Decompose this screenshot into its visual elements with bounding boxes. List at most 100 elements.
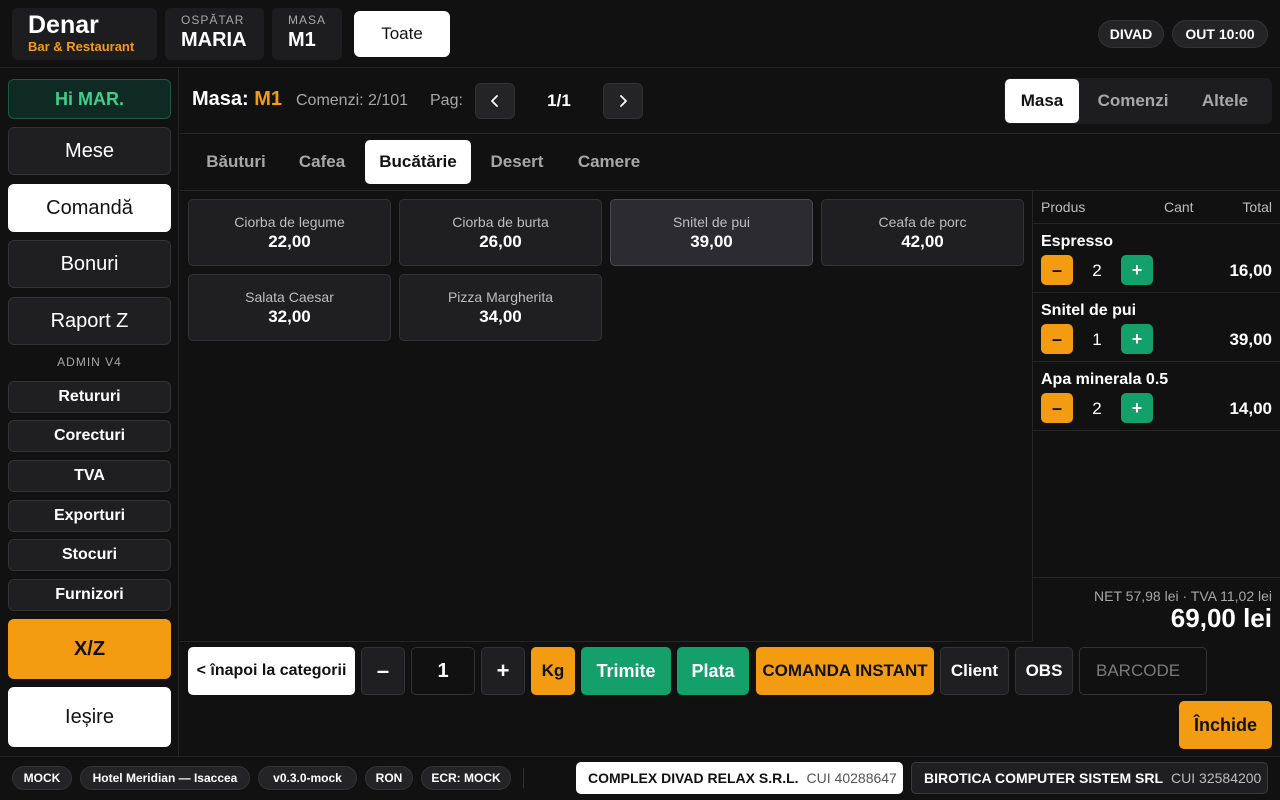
sidebar-item-stocuri[interactable]: Stocuri — [8, 539, 171, 571]
orders-count: Comenzi: 2/101 — [296, 92, 409, 109]
product-tile[interactable]: Ceafa de porc 42,00 — [821, 199, 1024, 266]
sidebar-item-raport-z[interactable]: Raport Z — [8, 297, 171, 345]
product-price: 22,00 — [268, 232, 311, 251]
order-header-qty: Cant — [1164, 199, 1194, 215]
client-button[interactable]: Client — [940, 647, 1009, 695]
page-label: Pag: — [430, 92, 463, 109]
table-value: M1 — [288, 29, 316, 51]
qty-increase-button[interactable]: + — [481, 647, 525, 695]
quantity-field[interactable]: 1 — [411, 647, 475, 695]
exit-button[interactable]: Ieșire — [8, 687, 171, 747]
close-button[interactable]: Închide — [1179, 701, 1272, 749]
product-name: Ciorba de legume — [234, 214, 345, 230]
product-tile[interactable]: Snitel de pui 39,00 — [610, 199, 813, 266]
order-item-qty: 2 — [1092, 399, 1102, 418]
company-1-cui: CUI 40288647 — [806, 770, 897, 786]
waiter-info: OSPĂTAR MARIA — [165, 8, 264, 60]
product-name: Ceafa de porc — [878, 214, 967, 230]
increase-qty-button[interactable]: + — [1121, 324, 1153, 354]
sidebar-item-tva[interactable]: TVA — [8, 460, 171, 492]
greeting-badge: Hi MAR. — [8, 79, 171, 119]
company-1-box: COMPLEX DIVAD RELAX S.R.L. CUI 40288647 — [576, 762, 903, 794]
category-tab-bucatarie[interactable]: Bucătărie — [365, 140, 471, 184]
sidebar-item-comanda[interactable]: Comandă — [8, 184, 171, 232]
status-tag-currency: RON — [365, 766, 413, 790]
net-vat-summary: NET 57,98 lei · TVA 11,02 lei — [1094, 588, 1272, 604]
product-tile[interactable]: Ciorba de burta 26,00 — [399, 199, 602, 266]
order-header-total: Total — [1242, 199, 1272, 215]
order-item-name: Snitel de pui — [1041, 302, 1137, 319]
increase-qty-button[interactable]: + — [1121, 255, 1153, 285]
decrease-qty-button[interactable]: – — [1041, 255, 1073, 285]
chevron-left-icon — [491, 95, 498, 107]
send-order-button[interactable]: Trimite — [581, 647, 671, 695]
sidebar-item-bonuri[interactable]: Bonuri — [8, 240, 171, 288]
increase-qty-button[interactable]: + — [1121, 393, 1153, 423]
category-tab-bauturi[interactable]: Băuturi — [193, 140, 279, 184]
pay-button[interactable]: Plata — [677, 647, 749, 695]
brand-subtitle: Bar & Restaurant — [28, 39, 135, 54]
tab-altele[interactable]: Altele — [1187, 79, 1263, 123]
order-item-total: 16,00 — [1229, 261, 1272, 280]
sidebar-item-mese[interactable]: Mese — [8, 127, 171, 175]
table-label: MASA — [288, 13, 327, 27]
status-tag-ecr: ECR: MOCK — [421, 766, 511, 790]
category-tab-desert[interactable]: Desert — [478, 140, 556, 184]
divider — [1033, 292, 1280, 293]
obs-button[interactable]: OBS — [1015, 647, 1073, 695]
product-name: Salata Caesar — [245, 289, 334, 305]
sidebar-item-exporturi[interactable]: Exporturi — [8, 500, 171, 532]
waiter-value: MARIA — [181, 29, 247, 51]
product-name: Pizza Margherita — [447, 289, 554, 305]
company-2-box: BIROTICA COMPUTER SISTEM SRL CUI 3258420… — [911, 762, 1268, 794]
back-to-categories-button[interactable]: < înapoi la categorii — [188, 647, 355, 695]
product-price: 39,00 — [690, 232, 733, 251]
barcode-input[interactable]: BARCODE — [1079, 647, 1207, 695]
sidebar-item-furnizori[interactable]: Furnizori — [8, 579, 171, 611]
product-price: 32,00 — [268, 307, 311, 326]
kg-button[interactable]: Kg — [531, 647, 575, 695]
next-page-button[interactable] — [603, 83, 643, 119]
instant-order-button[interactable]: COMANDA INSTANT — [756, 647, 934, 695]
tab-comenzi[interactable]: Comenzi — [1085, 79, 1181, 123]
category-tab-camere[interactable]: Camere — [564, 140, 654, 184]
tab-masa[interactable]: Masa — [1005, 79, 1079, 123]
sidebar-item-retururi[interactable]: Retururi — [8, 381, 171, 413]
qty-decrease-button[interactable]: – — [361, 647, 405, 695]
clock-out-pill[interactable]: OUT 10:00 — [1172, 20, 1268, 48]
prev-page-button[interactable] — [475, 83, 515, 119]
xz-report-button[interactable]: X/Z — [8, 619, 171, 679]
company-2-cui: CUI 32584200 — [1171, 770, 1262, 786]
masa-label: Masa: — [192, 88, 249, 110]
product-tile[interactable]: Ciorba de legume 22,00 — [188, 199, 391, 266]
product-tile[interactable]: Pizza Margherita 34,00 — [399, 274, 602, 341]
status-tag-version: v0.3.0-mock — [258, 766, 357, 790]
decrease-qty-button[interactable]: – — [1041, 324, 1073, 354]
status-tag-mode: MOCK — [12, 766, 72, 790]
page-indicator: 1/1 — [547, 91, 571, 110]
product-price: 34,00 — [479, 307, 522, 326]
filter-all-button[interactable]: Toate — [354, 11, 450, 57]
grand-total: 69,00 lei — [1170, 603, 1272, 633]
divider — [523, 768, 524, 788]
decrease-qty-button[interactable]: – — [1041, 393, 1073, 423]
divider — [1033, 430, 1280, 431]
user-pill[interactable]: DIVAD — [1098, 20, 1164, 48]
brand-logo: Denar Bar & Restaurant — [12, 8, 157, 60]
brand-name: Denar — [28, 11, 99, 39]
order-item-total: 39,00 — [1229, 330, 1272, 349]
status-tag-location: Hotel Meridian — Isaccea — [80, 766, 250, 790]
order-item-total: 14,00 — [1229, 399, 1272, 418]
page-title: Masa: M1 — [192, 88, 282, 111]
company-1-name: COMPLEX DIVAD RELAX S.R.L. — [588, 770, 799, 786]
category-tab-cafea[interactable]: Cafea — [286, 140, 358, 184]
product-name: Snitel de pui — [672, 214, 751, 230]
divider — [1033, 223, 1280, 224]
sidebar-item-corecturi[interactable]: Corecturi — [8, 420, 171, 452]
admin-section-label: ADMIN V4 — [57, 355, 122, 369]
company-2-name: BIROTICA COMPUTER SISTEM SRL — [924, 770, 1164, 786]
product-price: 42,00 — [901, 232, 944, 251]
order-item-qty: 2 — [1092, 261, 1102, 280]
order-item-name: Apa minerala 0.5 — [1041, 371, 1169, 388]
product-tile[interactable]: Salata Caesar 32,00 — [188, 274, 391, 341]
